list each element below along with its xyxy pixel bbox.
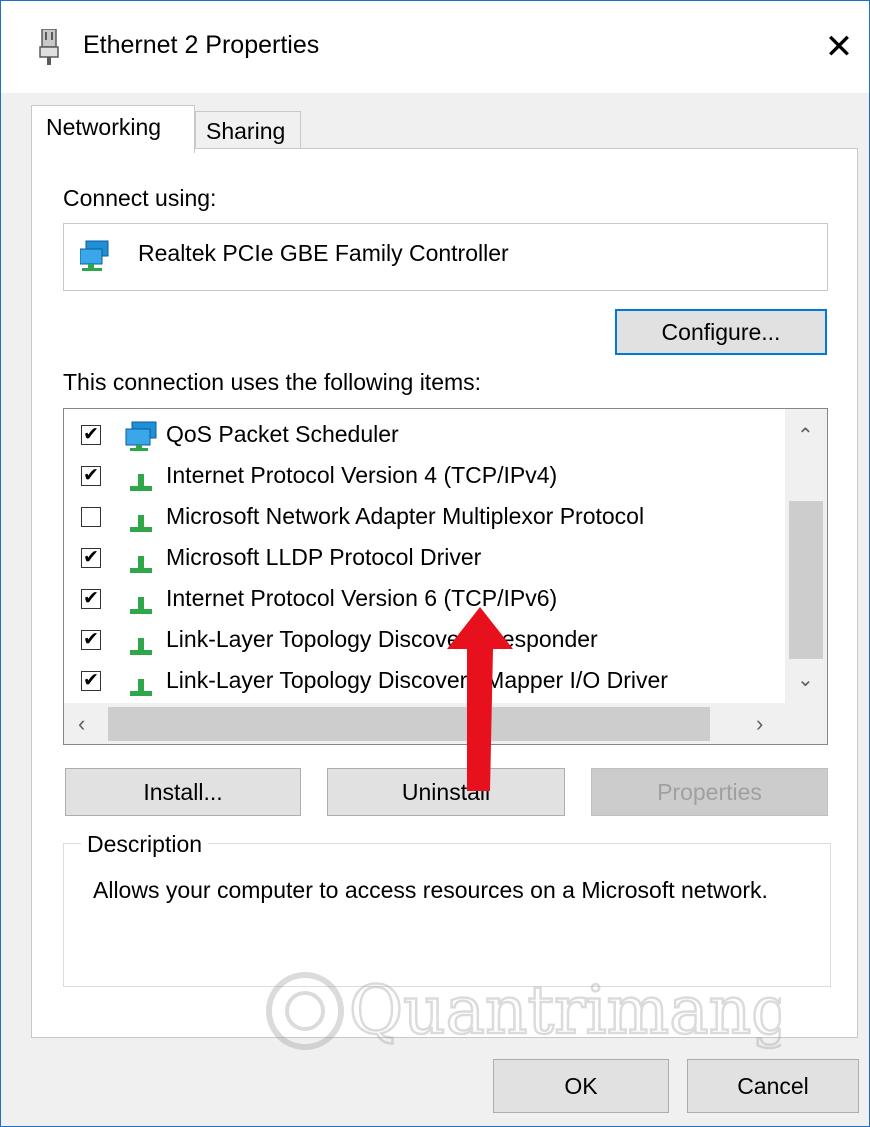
items-label: This connection uses the following items… [63,369,482,395]
description-group [63,843,831,987]
configure-button-label: Configure... [661,319,781,345]
scroll-down-icon[interactable]: ⌄ [797,667,814,692]
list-item[interactable]: ✔ QoS Packet Scheduler [64,417,784,457]
ok-button[interactable]: OK [493,1059,669,1113]
item-checkbox[interactable]: ✔ [81,466,101,486]
item-label: Microsoft Network Adapter Multiplexor Pr… [166,503,645,529]
ok-button-label: OK [564,1073,598,1099]
item-checkbox[interactable]: ✔ [81,548,101,568]
scroll-left-icon[interactable]: ‹ [78,711,85,737]
item-checkbox[interactable]: ✔ [81,671,101,691]
install-button[interactable]: Install... [65,768,301,816]
scroll-right-icon[interactable]: › [756,711,763,737]
cancel-button-label: Cancel [737,1073,809,1099]
network-service-icon [125,421,157,451]
item-checkbox[interactable]: ✔ [81,630,101,650]
item-label: QoS Packet Scheduler [166,421,399,447]
vertical-scrollbar[interactable]: ⌃ ⌄ [785,409,827,703]
red-arrow-annotation [447,607,513,791]
network-adapter-icon [80,240,109,271]
list-item[interactable]: ✔ Internet Protocol Version 6 (TCP/IPv6) [64,581,784,621]
item-label: Microsoft LLDP Protocol Driver [166,544,482,570]
item-checkbox[interactable]: ✔ [81,425,101,445]
install-button-label: Install... [143,779,223,805]
connect-using-label: Connect using: [63,185,217,211]
list-item[interactable]: ✔ Link-Layer Topology Discovery Mapper I… [64,663,784,703]
protocol-icon [130,638,152,655]
tab-sharing[interactable]: Sharing [195,111,301,149]
tab-networking[interactable]: Networking [31,105,195,153]
protocol-icon [130,556,152,573]
description-text: Allows your computer to access resources… [93,877,768,903]
list-item[interactable]: ✔ Internet Protocol Version 4 (TCP/IPv4) [64,458,784,498]
title-bar: Ethernet 2 Properties ✕ [1,1,869,93]
adapter-field: Realtek PCIe GBE Family Controller [63,223,828,291]
protocol-icon [130,474,152,491]
cancel-button[interactable]: Cancel [687,1059,859,1113]
configure-button[interactable]: Configure... [615,309,827,355]
protocol-icon [130,515,152,532]
close-icon: ✕ [824,28,854,66]
close-button[interactable]: ✕ [809,19,869,75]
properties-button-label: Properties [657,779,762,805]
list-item[interactable]: Microsoft Network Adapter Multiplexor Pr… [64,499,784,539]
item-checkbox[interactable] [81,507,101,527]
horizontal-scroll-thumb[interactable] [108,707,710,741]
protocol-icon [130,679,152,696]
adapter-name: Realtek PCIe GBE Family Controller [138,240,509,266]
protocol-icon [130,597,152,614]
item-label: Link-Layer Topology Discovery Responder [166,626,598,652]
ethernet-connector-icon [39,29,59,65]
item-label: Link-Layer Topology Discovery Mapper I/O… [166,667,668,693]
properties-button[interactable]: Properties [591,768,828,816]
list-item[interactable]: ✔ Microsoft LLDP Protocol Driver [64,540,784,580]
properties-dialog: Ethernet 2 Properties ✕ Networking Shari… [0,0,870,1127]
description-legend: Description [81,831,209,858]
list-item[interactable]: ✔ Link-Layer Topology Discovery Responde… [64,622,784,662]
vertical-scroll-thumb[interactable] [789,501,823,659]
window-title: Ethernet 2 Properties [83,31,320,59]
item-checkbox[interactable]: ✔ [81,589,101,609]
item-label: Internet Protocol Version 4 (TCP/IPv4) [166,462,558,488]
scroll-up-icon[interactable]: ⌃ [797,423,814,448]
